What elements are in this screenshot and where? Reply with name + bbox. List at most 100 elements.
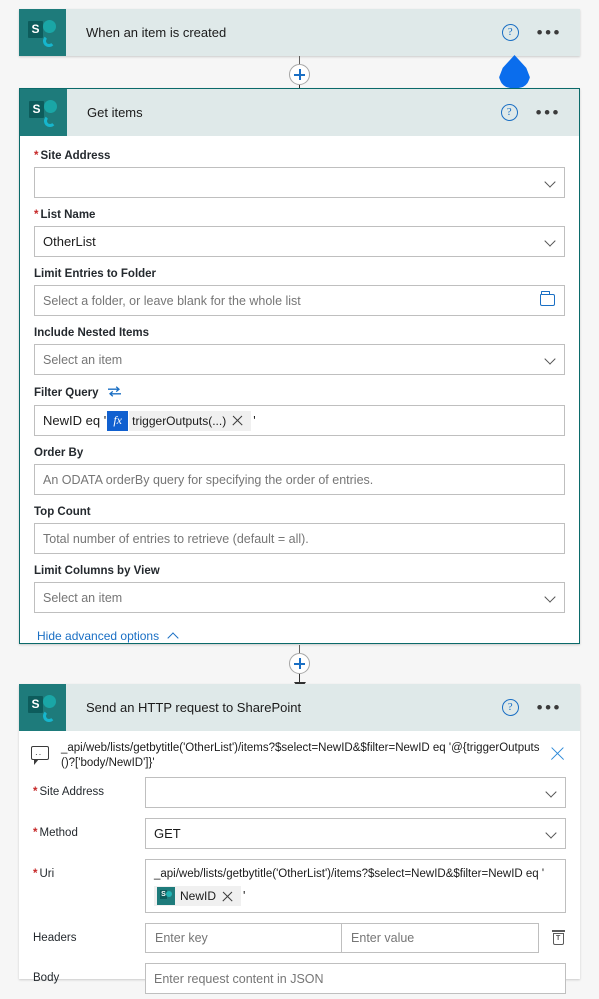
required-asterisk: *	[33, 786, 38, 798]
http-site-address-dropdown[interactable]	[145, 777, 566, 808]
limit-columns-placeholder: Select an item	[43, 590, 123, 605]
connector-line-upper	[299, 56, 300, 64]
swap-arrows-icon[interactable]	[107, 386, 122, 400]
include-nested-items-placeholder: Select an item	[43, 352, 123, 367]
chevron-down-icon	[544, 590, 556, 603]
http-uri-input[interactable]: _api/web/lists/getbytitle('OtherList')/i…	[145, 859, 566, 913]
http-card-title: Send an HTTP request to SharePoint	[86, 700, 302, 715]
field-include-nested-items: Include Nested Items Select an item	[34, 327, 565, 375]
remove-token-icon[interactable]	[221, 890, 234, 903]
filter-query-token[interactable]: triggerOutputs(...)	[129, 410, 252, 431]
trigger-card-when-an-item-is-created[interactable]: S When an item is created ? •••	[19, 9, 580, 56]
help-icon[interactable]: ?	[501, 699, 519, 716]
sharepoint-icon-circle	[166, 891, 172, 897]
sharepoint-icon-circle	[44, 100, 57, 113]
required-asterisk: *	[33, 868, 38, 880]
trigger-header-actions: ? •••	[501, 24, 562, 41]
http-header-key-input[interactable]: Enter key	[145, 923, 343, 953]
http-header-key-placeholder: Enter key	[155, 931, 208, 945]
top-count-placeholder: Total number of entries to retrieve (def…	[43, 531, 309, 546]
insert-step-button[interactable]	[289, 64, 310, 85]
order-by-placeholder: An ODATA orderBy query for specifying th…	[43, 472, 374, 487]
field-http-body-label: Body	[33, 972, 60, 984]
action-card-get-items[interactable]: S Get items ? ••• * Site Address * List …	[19, 88, 580, 644]
http-uri-token-label: NewID	[180, 889, 217, 903]
field-http-site-address-label: * Site Address	[33, 786, 105, 798]
chevron-down-icon	[544, 352, 556, 365]
sharepoint-icon: S	[19, 9, 66, 56]
get-items-title: Get items	[87, 105, 143, 120]
trigger-card-header[interactable]: S When an item is created ? •••	[19, 9, 580, 56]
http-card-header[interactable]: S Send an HTTP request to SharePoint ? •…	[19, 684, 580, 731]
http-header-actions: ? •••	[501, 699, 562, 716]
chevron-down-icon	[544, 175, 556, 188]
field-http-method-label: * Method	[33, 827, 78, 839]
field-site-address: * Site Address	[34, 150, 565, 198]
hide-advanced-options-label: Hide advanced options	[37, 629, 160, 643]
folder-icon[interactable]	[540, 291, 555, 306]
expression-fx-icon: fx	[107, 410, 129, 431]
list-name-dropdown[interactable]: OtherList	[34, 226, 565, 257]
remove-token-icon[interactable]	[231, 414, 244, 427]
sharepoint-icon-letter: S	[29, 101, 44, 118]
field-http-body: Body Enter request content in JSON	[19, 963, 580, 994]
filter-query-input[interactable]: NewID eq ' fx triggerOutputs(...) '	[34, 405, 565, 436]
field-limit-entries-to-folder-label: Limit Entries to Folder	[34, 268, 157, 280]
limit-columns-by-view-dropdown[interactable]: Select an item	[34, 582, 565, 613]
comment-icon-tail	[34, 759, 39, 765]
http-uri-token-row: S NewID '	[154, 886, 557, 906]
field-http-method: * Method GET	[19, 818, 580, 849]
field-include-nested-items-label: Include Nested Items	[34, 327, 150, 339]
sharepoint-icon: S	[157, 887, 175, 905]
chevron-down-icon	[545, 785, 557, 798]
get-items-header-actions: ? •••	[500, 104, 561, 121]
sharepoint-icon-letter: S	[28, 696, 43, 713]
sharepoint-icon: S	[20, 89, 67, 136]
field-http-headers: Headers Enter key Enter value T	[19, 923, 580, 953]
get-items-card-header[interactable]: S Get items ? •••	[20, 89, 579, 136]
limit-entries-to-folder-input[interactable]: Select a folder, or leave blank for the …	[34, 285, 565, 316]
sharepoint-icon-circle	[43, 20, 56, 33]
more-options-icon[interactable]: •••	[537, 699, 562, 716]
http-body-control: Enter request content in JSON	[145, 963, 566, 994]
sharepoint-icon-arc	[43, 35, 55, 47]
top-count-input[interactable]: Total number of entries to retrieve (def…	[34, 523, 565, 554]
action-card-send-http-request-to-sharepoint[interactable]: S Send an HTTP request to SharePoint ? •…	[19, 684, 580, 994]
http-body-placeholder: Enter request content in JSON	[154, 971, 324, 986]
field-list-name: * List Name OtherList	[34, 209, 565, 257]
trigger-title: When an item is created	[86, 25, 227, 40]
comment-icon-dots: ․․	[35, 748, 43, 757]
http-body-input[interactable]: Enter request content in JSON	[145, 963, 566, 994]
hide-advanced-options-button[interactable]: Hide advanced options	[37, 629, 565, 644]
include-nested-items-dropdown[interactable]: Select an item	[34, 344, 565, 375]
chevron-up-icon	[167, 631, 179, 644]
field-site-address-label: * Site Address	[34, 150, 111, 162]
comment-row: ․․ _api/web/lists/getbytitle('OtherList'…	[19, 731, 580, 777]
more-options-icon[interactable]: •••	[537, 24, 562, 41]
http-uri-text: _api/web/lists/getbytitle('OtherList')/i…	[154, 868, 545, 880]
field-limit-columns-by-view: Limit Columns by View Select an item	[34, 565, 565, 613]
sharepoint-icon-circle	[43, 695, 56, 708]
order-by-input[interactable]: An ODATA orderBy query for specifying th…	[34, 464, 565, 495]
help-icon[interactable]: ?	[500, 104, 518, 121]
insert-step-button[interactable]	[289, 653, 310, 674]
help-icon[interactable]: ?	[501, 24, 519, 41]
sharepoint-icon-arc	[43, 710, 55, 722]
more-options-icon[interactable]: •••	[536, 104, 561, 121]
sharepoint-icon: S	[19, 684, 66, 731]
required-asterisk: *	[34, 209, 39, 221]
http-header-value-placeholder: Enter value	[351, 931, 415, 945]
http-header-value-input[interactable]: Enter value	[342, 923, 539, 953]
field-filter-query-label: Filter Query	[34, 386, 565, 400]
http-headers-row: Enter key Enter value T	[145, 923, 566, 953]
http-method-dropdown[interactable]: GET	[145, 818, 566, 849]
field-limit-entries-to-folder: Limit Entries to Folder Select a folder,…	[34, 268, 565, 316]
delete-icon[interactable]: T	[551, 930, 566, 946]
http-uri-control: _api/web/lists/getbytitle('OtherList')/i…	[145, 859, 566, 913]
http-uri-token[interactable]: S NewID	[154, 886, 242, 906]
field-top-count-label: Top Count	[34, 506, 91, 518]
close-icon[interactable]	[549, 745, 566, 762]
site-address-dropdown[interactable]	[34, 167, 565, 198]
field-http-uri: * Uri _api/web/lists/getbytitle('OtherLis…	[19, 859, 580, 913]
filter-query-token-label: triggerOutputs(...)	[132, 413, 227, 428]
